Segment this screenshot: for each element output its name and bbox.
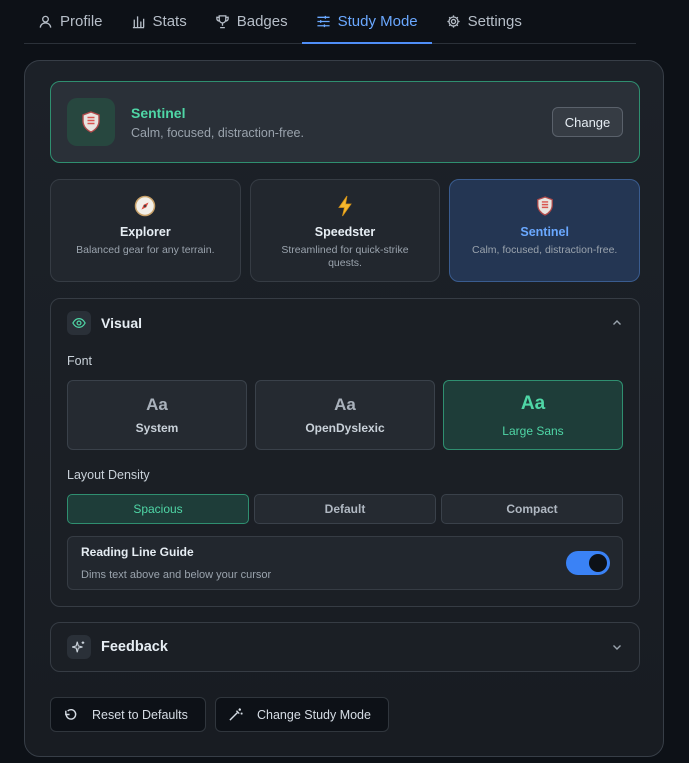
font-option-opendyslexic[interactable]: Aa OpenDyslexic: [255, 380, 435, 450]
visual-section-title: Visual: [101, 315, 142, 331]
sliders-icon: [317, 15, 330, 28]
mode-description: Balanced gear for any terrain.: [76, 244, 215, 256]
reading-line-guide-toggle[interactable]: [566, 551, 610, 575]
reset-to-defaults-button[interactable]: Reset to Defaults: [50, 697, 206, 732]
feedback-section-header[interactable]: Feedback: [51, 623, 639, 671]
compass-icon: [134, 194, 156, 218]
mode-description: Calm, focused, distraction-free.: [472, 244, 618, 256]
study-mode-panel: Sentinel Calm, focused, distraction-free…: [24, 60, 664, 757]
tab-profile[interactable]: Profile: [24, 0, 117, 43]
chevron-up-icon[interactable]: [611, 317, 623, 329]
reset-button-label: Reset to Defaults: [92, 707, 188, 722]
mode-name: Sentinel: [520, 225, 569, 239]
mode-name: Speedster: [314, 225, 376, 239]
tab-badges[interactable]: Badges: [201, 0, 302, 43]
current-mode-card: Sentinel Calm, focused, distraction-free…: [50, 81, 640, 163]
current-mode-description: Calm, focused, distraction-free.: [131, 125, 304, 140]
font-option-large-sans[interactable]: Aa Large Sans: [443, 380, 623, 450]
change-button[interactable]: Change: [552, 107, 623, 137]
mode-name: Explorer: [119, 225, 171, 239]
change-study-mode-label: Change Study Mode: [257, 707, 371, 722]
density-default-button[interactable]: Default: [254, 494, 436, 524]
font-name: OpenDyslexic: [305, 421, 385, 435]
font-sample: Aa: [334, 395, 356, 414]
trophy-icon: [215, 15, 229, 29]
font-name: Large Sans: [502, 423, 564, 438]
reading-line-guide-title: Reading Line Guide: [81, 545, 194, 559]
reading-line-guide-row: Reading Line Guide Dims text above and b…: [67, 536, 623, 590]
mode-card-explorer[interactable]: Explorer Balanced gear for any terrain.: [50, 179, 241, 282]
font-option-system[interactable]: Aa System: [67, 380, 247, 450]
current-mode-title: Sentinel: [131, 104, 186, 121]
tab-stats[interactable]: Stats: [117, 0, 201, 43]
bar-chart-icon: [132, 16, 144, 29]
current-mode-text: Sentinel Calm, focused, distraction-free…: [131, 105, 552, 140]
tab-settings[interactable]: Settings: [432, 0, 536, 43]
layout-density-label: Layout Density: [67, 468, 150, 482]
tab-bar: Profile Stats Badges Study Mode Settings: [24, 0, 636, 44]
user-icon: [39, 15, 52, 28]
change-study-mode-button[interactable]: Change Study Mode: [215, 697, 389, 732]
tab-label: Settings: [467, 13, 522, 30]
visual-section: Visual Font Aa System Aa OpenDyslexic Aa…: [50, 298, 640, 607]
mode-description: Streamlined for quick-strike quests.: [281, 244, 409, 269]
font-label: Font: [67, 354, 93, 368]
current-mode-icon-box: [67, 98, 115, 146]
visual-section-header[interactable]: Visual: [51, 299, 639, 347]
shield-icon: [82, 111, 100, 133]
reset-icon: [65, 709, 77, 720]
tab-label: Profile: [60, 13, 103, 30]
font-sample: Aa: [146, 395, 168, 414]
magic-wand-icon: [229, 708, 243, 721]
lightning-icon: [336, 194, 354, 218]
sparkle-icon: [67, 635, 91, 659]
mode-card-speedster[interactable]: Speedster Streamlined for quick-strike q…: [249, 179, 441, 282]
chevron-down-icon[interactable]: [611, 641, 623, 653]
mode-card-sentinel[interactable]: Sentinel Calm, focused, distraction-free…: [449, 179, 641, 282]
density-compact-button[interactable]: Compact: [441, 494, 623, 524]
density-options: Spacious Default Compact: [67, 494, 623, 524]
font-options: Aa System Aa OpenDyslexic Aa Large Sans: [67, 380, 623, 450]
tab-label: Study Mode: [337, 13, 418, 30]
font-sample: Aa: [520, 392, 546, 414]
eye-icon: [67, 311, 91, 335]
density-spacious-button[interactable]: Spacious: [67, 494, 249, 524]
shield-icon: [536, 194, 554, 218]
mode-options: Explorer Balanced gear for any terrain. …: [50, 179, 641, 282]
feedback-section: Feedback: [50, 622, 640, 672]
reading-line-guide-description: Dims text above and below your cursor: [81, 569, 272, 581]
feedback-section-title: Feedback: [101, 639, 168, 655]
tab-study-mode[interactable]: Study Mode: [301, 0, 432, 44]
tab-label: Stats: [152, 13, 187, 30]
tab-label: Badges: [236, 13, 288, 30]
font-name: System: [135, 421, 179, 435]
gear-icon: [447, 15, 460, 28]
